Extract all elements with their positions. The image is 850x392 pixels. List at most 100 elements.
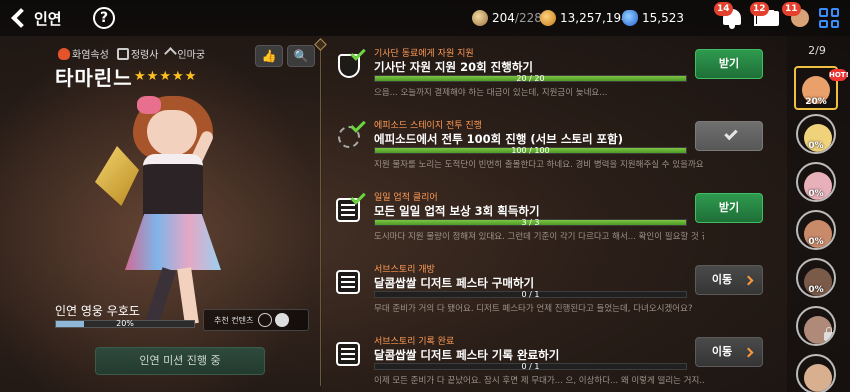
hero-sidebar[interactable]: 2/9 20% 0% 0% 0% 0%: [787, 36, 850, 392]
quest-description: 도시마다 지원 물량이 정해져 있대요. 그런데 기준이 각기 다르다고 해서.…: [374, 232, 704, 242]
quest-progress-text: 3 / 3: [521, 218, 540, 227]
character-attributes: 화염속성 정령사 인마궁: [58, 46, 205, 61]
quest-icon: [336, 266, 364, 296]
element-attr: 화염속성: [58, 46, 109, 61]
page-indicator: 2/9: [808, 44, 826, 57]
profile-button[interactable]: 11: [782, 2, 812, 30]
hero-avatar[interactable]: 0%: [796, 258, 836, 298]
quest-icon: [336, 45, 366, 80]
quest-icon: [336, 338, 364, 368]
quest-title: 모든 일일 업적 보상 3회 획득하기: [374, 204, 540, 218]
race-attr: 인마궁: [164, 46, 206, 61]
recommended-label: 추천 컨텐츠: [214, 315, 254, 325]
quest-description: 이제 모든 준비가 다 끝났어요. 잠시 후면 제 무대가... 으, 이상하다…: [374, 376, 704, 386]
complete-check-icon: [350, 45, 366, 61]
quest-title: 달콤쌉쌀 디저트 페스타 구매하기: [374, 276, 535, 290]
help-button[interactable]: ?: [93, 7, 115, 29]
hero-affinity-percent: 0%: [808, 189, 824, 199]
gem-counter[interactable]: 15,523: [622, 8, 684, 28]
claimed-check-icon: [724, 126, 738, 141]
hero-affinity-percent: 0%: [808, 285, 824, 295]
claim-button[interactable]: 받기: [695, 193, 763, 223]
panel-divider: [320, 46, 321, 386]
back-button[interactable]: 인연: [8, 6, 64, 30]
star-icon: ★: [184, 69, 197, 84]
screen-title: 인연: [34, 9, 62, 28]
class-label: 정령사: [130, 50, 159, 61]
hero-avatar[interactable]: 0%: [796, 210, 836, 250]
scroll-icon: [336, 270, 360, 294]
hero-affinity-percent: 0%: [808, 237, 824, 247]
quest-item: 기사단 동료에게 자원 지원 기사단 자원 지원 20회 진행하기 20 / 2…: [326, 40, 770, 110]
fire-icon: [58, 47, 70, 60]
quest-icon: [336, 189, 366, 224]
stamina-current: 204: [492, 11, 515, 25]
gem-icon: [622, 10, 638, 26]
quest-list[interactable]: 기사단 동료에게 자원 지원 기사단 자원 지원 20회 진행하기 20 / 2…: [326, 36, 770, 392]
staff-shape: [95, 146, 139, 206]
hero-avatar[interactable]: [796, 306, 836, 346]
quest-description: 지원 물자를 노리는 도적단이 빈번히 출몰한다고 하네요. 경비 병력을 지원…: [374, 160, 704, 170]
stamina-max: /228: [514, 11, 542, 25]
affinity-percent: 20%: [116, 319, 134, 328]
gem-amount: 15,523: [642, 11, 684, 25]
scroll-icon: [336, 342, 360, 366]
chevron-right-icon: [743, 275, 754, 286]
hero-affinity-percent: 0%: [808, 141, 824, 151]
profile-badge: 11: [782, 2, 801, 16]
quest-item: 서브스토리 개방 달콤쌉쌀 디저트 페스타 구매하기 0 / 1 무대 준비가 …: [326, 256, 770, 326]
grid-icon: [819, 8, 828, 17]
grid-cell: [819, 19, 828, 28]
bow-icon: [164, 47, 178, 60]
quest-category: 기사단 동료에게 자원 지원: [374, 49, 474, 59]
bell-clapper: [729, 25, 735, 29]
gold-counter[interactable]: 13,257,194: [540, 8, 629, 28]
go-button[interactable]: 이동: [695, 265, 763, 295]
star-icon: ★: [146, 69, 159, 84]
magnifier-icon: 🔍: [293, 49, 309, 63]
scroll-lines: [341, 276, 355, 278]
stamina-counter[interactable]: 204 /228: [472, 8, 542, 28]
scroll-lines: [341, 348, 355, 350]
top-bar: 인연 ? 204 /228 13,257,194 15,523 14 12 11: [0, 0, 850, 36]
skirt-shape: [125, 214, 221, 270]
content-icon[interactable]: [258, 313, 273, 327]
quest-title: 달콤쌉쌀 디저트 페스타 기록 완료하기: [374, 348, 560, 362]
race-label: 인마궁: [177, 50, 206, 61]
hero-avatar[interactable]: 0%: [796, 162, 836, 202]
like-button[interactable]: 👍: [255, 45, 283, 67]
mail-button[interactable]: 12: [750, 2, 780, 30]
hero-avatar[interactable]: [796, 354, 836, 392]
character-name: 타마린느: [55, 66, 133, 90]
recommended-content[interactable]: 추천 컨텐츠: [203, 309, 309, 331]
grid-cell: [830, 19, 839, 28]
zoom-button[interactable]: 🔍: [287, 45, 315, 67]
quest-icon: [336, 117, 366, 152]
grid-cell: [830, 8, 839, 17]
go-button-label: 이동: [711, 273, 733, 286]
back-arrow-icon: [11, 8, 31, 28]
hero-portrait: [804, 364, 832, 392]
claim-button[interactable]: 받기: [695, 49, 763, 79]
quest-category: 서브스토리 기록 완료: [374, 337, 455, 347]
gold-coin-icon: [540, 10, 556, 26]
quest-description: 으음... 오늘까지 결제해야 하는 대금이 있는데, 지원금이 늦네요...: [374, 88, 608, 98]
mission-status-button[interactable]: 인연 미션 진행 중: [95, 347, 265, 375]
quest-category: 서브스토리 개방: [374, 265, 435, 275]
quest-progress-text: 0 / 1: [521, 290, 540, 299]
quest-title: 기사단 자원 지원 20회 진행하기: [374, 60, 533, 74]
notification-button[interactable]: 14: [714, 2, 744, 30]
affinity-label: 인연 영웅 우호도: [55, 304, 140, 318]
character-illustration: [95, 96, 255, 336]
content-icon[interactable]: [275, 313, 290, 327]
star-icon: ★: [171, 69, 184, 84]
hero-avatar[interactable]: 0%: [796, 114, 836, 154]
quest-item: 일일 업적 클리어 모든 일일 업적 보상 3회 획득하기 3 / 3 도시마다…: [326, 184, 770, 254]
main-menu-button[interactable]: [819, 8, 839, 28]
quest-progress-text: 0 / 1: [521, 362, 540, 371]
scroll-lines: [341, 204, 355, 206]
go-button[interactable]: 이동: [695, 337, 763, 367]
claimed-button: [695, 121, 763, 151]
character-panel: 화염속성 정령사 인마궁 타마린느 ★ ★ ★ ★ ★ 👍 🔍 인연 영웅 우호도 20…: [0, 36, 322, 392]
hot-badge: HOT!: [829, 69, 849, 81]
